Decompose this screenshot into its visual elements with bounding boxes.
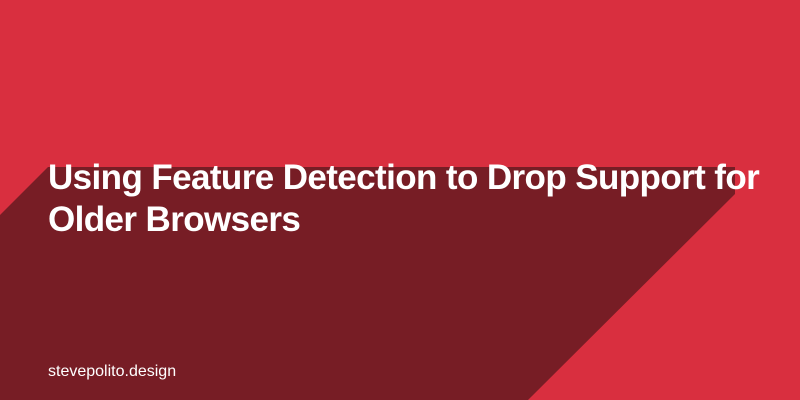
- page-title: Using Feature Detection to Drop Support …: [48, 158, 760, 239]
- site-url: stevepolito.design: [48, 363, 177, 380]
- social-card: { "card": { "title": "Using Feature Dete…: [0, 0, 800, 400]
